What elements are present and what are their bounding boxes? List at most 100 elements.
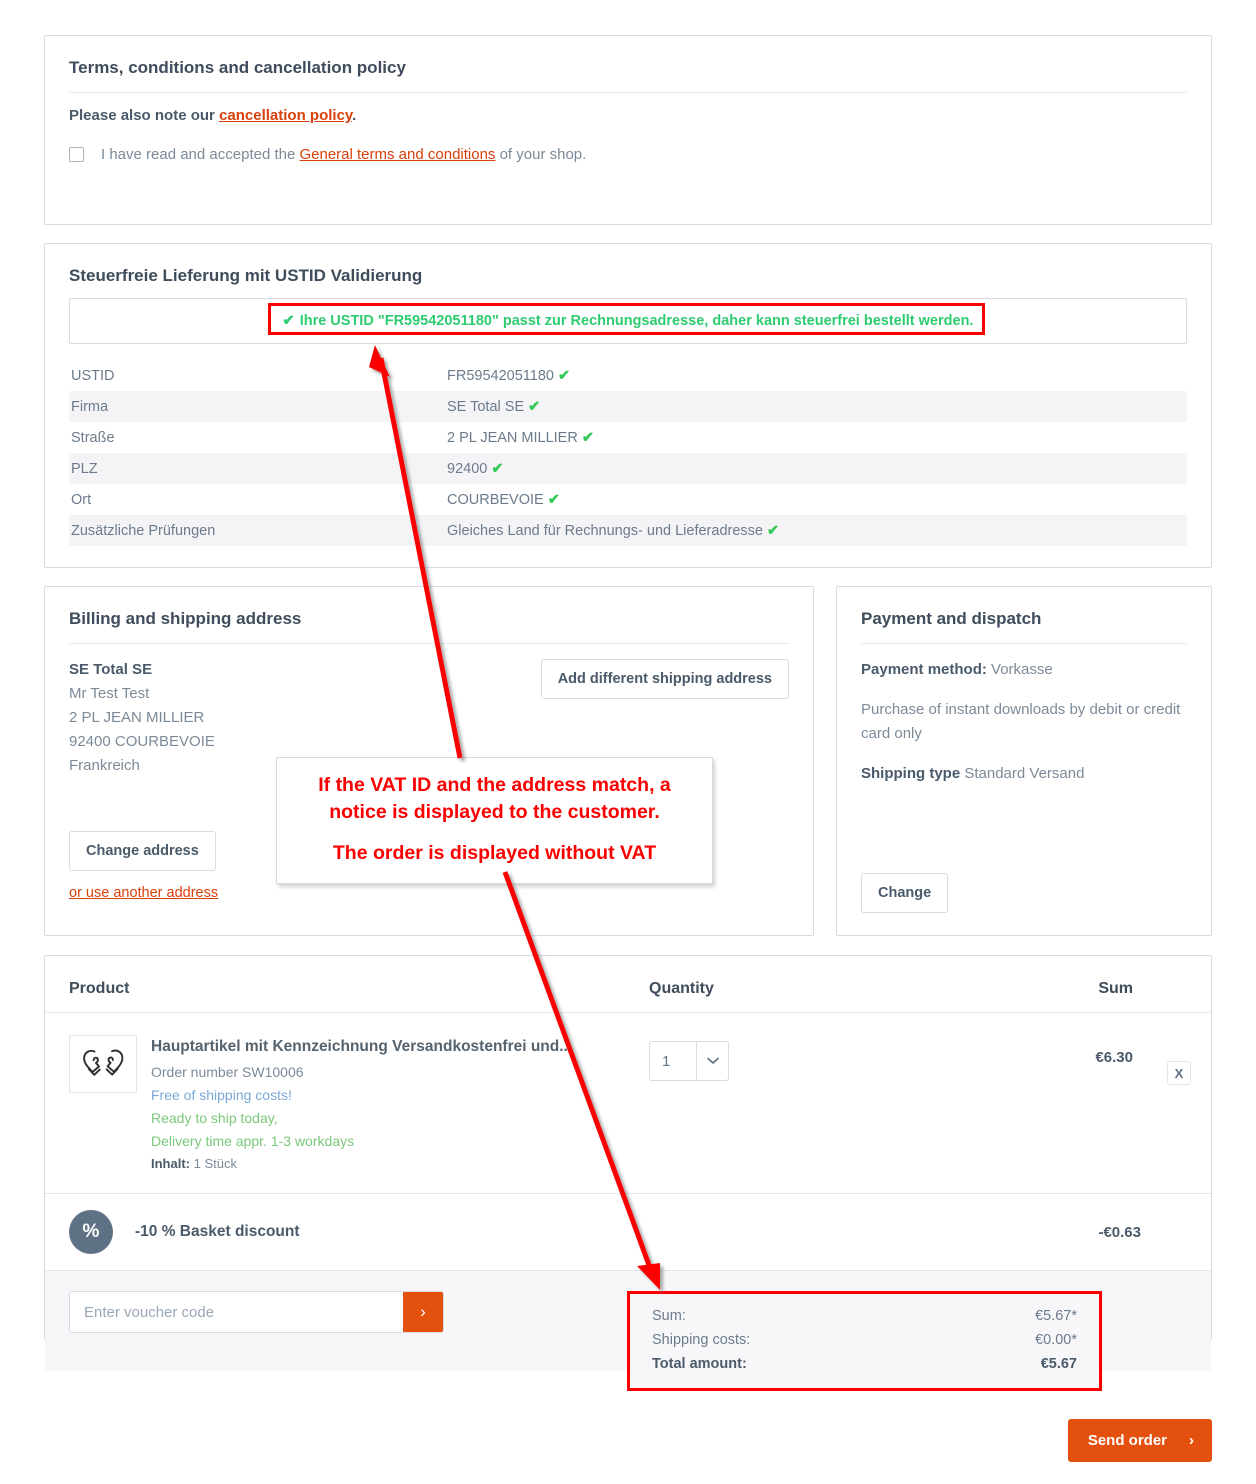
ustid-row-value: Gleiches Land für Rechnungs- und Liefera…	[439, 515, 1187, 546]
ustid-row-key: USTID	[71, 367, 115, 384]
basket-discount-row: % -10 % Basket discount -€0.63	[45, 1194, 1211, 1271]
quantity-select[interactable]: 1	[649, 1041, 729, 1081]
terms-label-suffix: of your shop.	[495, 146, 587, 163]
general-terms-link[interactable]: General terms and conditions	[299, 146, 495, 163]
totals-shipping-label: Shipping costs:	[652, 1332, 751, 1348]
terms-label-prefix: I have read and accepted the	[101, 146, 300, 163]
order-totals-box: Sum: €5.67* Shipping costs: €0.00* Total…	[627, 1291, 1102, 1391]
ustid-row-value: FR59542051180 ✔	[439, 360, 1187, 391]
terms-acceptance-row: I have read and accepted the General ter…	[69, 146, 1187, 163]
ustid-validation-panel: Steuerfreie Lieferung mit USTID Validier…	[44, 243, 1212, 568]
terms-panel: Terms, conditions and cancellation polic…	[44, 35, 1212, 225]
chevron-right-icon: ›	[1189, 1432, 1194, 1449]
ustid-value-text: FR59542051180	[447, 367, 554, 384]
totals-row-total: Total amount: €5.67	[652, 1352, 1077, 1376]
ustid-value-text: Gleiches Land für Rechnungs- und Liefera…	[447, 522, 763, 539]
voucher-code-input[interactable]	[70, 1292, 403, 1332]
table-row: Zusätzliche Prüfungen Gleiches Land für …	[69, 515, 1187, 546]
product-info: Hauptartikel mit Kennzeichnung Versandko…	[151, 1035, 629, 1175]
ustid-value-text: SE Total SE	[447, 398, 525, 415]
product-thumbnail[interactable]	[69, 1035, 137, 1093]
basket-discount-sum: -€0.63	[1098, 1223, 1141, 1241]
address-street: 2 PL JEAN MILLIER	[69, 709, 205, 726]
shipping-type-line: Shipping type Standard Versand	[861, 762, 1187, 786]
mittens-icon	[83, 1049, 124, 1076]
product-content-label: Inhalt:	[151, 1156, 190, 1171]
use-another-address-link[interactable]: or use another address	[69, 885, 218, 901]
ustid-value-text: COURBEVOIE	[447, 491, 544, 508]
percent-icon: %	[69, 1210, 113, 1254]
ustid-message-box: ✔ Ihre USTID "FR59542051180" passt zur Re…	[69, 298, 1187, 344]
product-order-number: Order number SW10006	[151, 1064, 304, 1080]
ustid-row-key: Firma	[69, 391, 439, 422]
quantity-cell: 1	[629, 1035, 929, 1081]
annotation-line-3: The order is displayed without VAT	[332, 842, 657, 864]
address-panel-title: Billing and shipping address	[69, 609, 789, 644]
add-different-shipping-address-button[interactable]: Add different shipping address	[540, 659, 789, 699]
cancellation-note-suffix: .	[352, 107, 357, 124]
ustid-row-key: Straße	[71, 429, 115, 446]
product-content-value: 1 Stück	[193, 1156, 237, 1171]
product-delivery-time: Delivery time appr. 1-3 workdays	[151, 1133, 355, 1149]
chevron-down-icon	[696, 1042, 728, 1080]
product-name[interactable]: Hauptartikel mit Kennzeichnung Versandko…	[151, 1035, 629, 1058]
ustid-panel-title: Steuerfreie Lieferung mit USTID Validier…	[69, 266, 423, 285]
column-header-sum: Sum	[1098, 980, 1133, 997]
address-city: 92400 COURBEVOIE	[69, 733, 215, 750]
remove-item-button[interactable]: X	[1167, 1061, 1191, 1085]
ustid-row-value: SE Total SE ✔	[439, 391, 1187, 422]
payment-method-label: Payment method:	[861, 661, 987, 678]
basket-discount-label: -10 % Basket discount	[135, 1223, 300, 1240]
terms-checkbox[interactable]	[69, 147, 84, 162]
change-payment-button[interactable]: Change	[861, 873, 949, 913]
ustid-row-key: PLZ	[69, 453, 439, 484]
totals-row-shipping: Shipping costs: €0.00*	[652, 1328, 1077, 1352]
cart-item-row: Hauptartikel mit Kennzeichnung Versandko…	[45, 1013, 1211, 1194]
totals-total-label: Total amount:	[652, 1356, 747, 1372]
ustid-row-key: Zusätzliche Prüfungen	[69, 515, 439, 546]
check-icon: ✔	[282, 313, 295, 329]
ustid-row-value: COURBEVOIE ✔	[439, 484, 1187, 515]
table-row: Firma SE Total SE ✔	[69, 391, 1187, 422]
cancellation-policy-link[interactable]: cancellation policy	[219, 107, 352, 124]
payment-method-description: Purchase of instant downloads by debit o…	[861, 701, 1181, 742]
totals-sum-label: Sum:	[652, 1308, 686, 1324]
column-header-product: Product	[69, 980, 130, 997]
shipping-type-value: Standard Versand	[964, 765, 1085, 782]
cancellation-policy-note: Please also note our cancellation policy…	[69, 107, 1187, 124]
cancellation-note-prefix: Please also note our	[69, 107, 220, 124]
cart-panel: Product Quantity Sum Hauptartikel mit Ke…	[44, 955, 1212, 1371]
annotation-line-1: If the VAT ID and the address match, a	[318, 774, 671, 796]
ustid-row-value: 2 PL JEAN MILLIER ✔	[439, 422, 1187, 453]
send-order-button[interactable]: Send order ›	[1067, 1419, 1212, 1462]
check-icon: ✔	[581, 429, 595, 446]
ustid-row-key: Ort	[71, 491, 92, 508]
totals-sum-value: €5.67*	[1035, 1308, 1077, 1324]
table-row: PLZ 92400 ✔	[69, 453, 1187, 484]
change-address-button[interactable]: Change address	[69, 831, 216, 871]
product-content-line: Inhalt: 1 Stück	[151, 1153, 629, 1175]
totals-shipping-value: €0.00*	[1035, 1332, 1077, 1348]
check-icon: ✔	[491, 460, 504, 477]
table-row: Ort COURBEVOIE ✔	[69, 484, 1187, 515]
check-icon: ✔	[767, 522, 780, 539]
payment-method-line: Payment method: Vorkasse	[861, 658, 1187, 682]
terms-panel-title: Terms, conditions and cancellation polic…	[69, 58, 1187, 93]
product-sum: €6.30	[1095, 1049, 1133, 1066]
product-ready-to-ship: Ready to ship today,	[151, 1110, 278, 1126]
voucher-submit-button[interactable]: ›	[403, 1292, 443, 1332]
ustid-detail-table: USTID FR59542051180 ✔ Firma SE Total SE …	[69, 360, 1187, 546]
shipping-type-label: Shipping type	[861, 765, 961, 782]
quantity-value: 1	[662, 1052, 671, 1070]
column-header-quantity: Quantity	[649, 980, 714, 997]
annotation-line-2: notice is displayed to the customer.	[329, 801, 660, 823]
payment-method-value: Vorkasse	[991, 661, 1053, 678]
ustid-value-text: 92400	[447, 460, 488, 477]
ustid-success-message: ✔ Ihre USTID "FR59542051180" passt zur Re…	[283, 313, 974, 329]
check-icon: ✔	[547, 491, 560, 508]
table-row: USTID FR59542051180 ✔	[69, 360, 1187, 391]
payment-dispatch-panel: Payment and dispatch Payment method: Vor…	[836, 586, 1212, 936]
product-free-shipping-note: Free of shipping costs!	[151, 1087, 292, 1103]
totals-total-value: €5.67	[1040, 1356, 1077, 1372]
annotation-callout: If the VAT ID and the address match, a n…	[276, 757, 713, 884]
